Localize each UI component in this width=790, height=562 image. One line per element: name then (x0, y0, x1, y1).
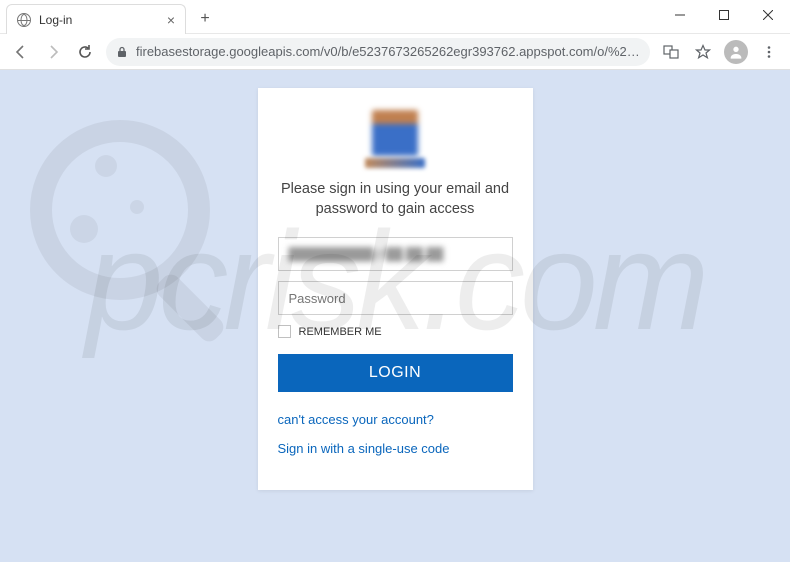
email-value: ██████████@██.██.██ (289, 247, 444, 261)
forward-button[interactable] (38, 37, 68, 67)
minimize-button[interactable] (658, 0, 702, 30)
bookmark-star-icon[interactable] (688, 37, 718, 67)
tab-title: Log-in (39, 13, 159, 27)
tab-close-icon[interactable]: × (167, 12, 175, 28)
address-bar[interactable]: firebasestorage.googleapis.com/v0/b/e523… (106, 38, 650, 66)
remember-me[interactable]: REMEMBER ME (278, 325, 513, 338)
lock-icon (116, 46, 128, 58)
email-field[interactable]: ██████████@██.██.██ (278, 237, 513, 271)
globe-icon (17, 13, 31, 27)
browser-tab[interactable]: Log-in × (6, 4, 186, 34)
logo-image (372, 110, 418, 156)
translate-icon[interactable] (656, 37, 686, 67)
address-text: firebasestorage.googleapis.com/v0/b/e523… (136, 44, 640, 59)
browser-toolbar: firebasestorage.googleapis.com/v0/b/e523… (0, 34, 790, 70)
login-card: Please sign in using your email and pass… (258, 88, 533, 490)
remember-checkbox[interactable] (278, 325, 291, 338)
password-field[interactable] (278, 281, 513, 315)
back-button[interactable] (6, 37, 36, 67)
single-use-code-link[interactable]: Sign in with a single-use code (278, 441, 513, 456)
login-button[interactable]: LOGIN (278, 354, 513, 392)
close-button[interactable] (746, 0, 790, 30)
password-input[interactable] (289, 291, 502, 306)
reload-button[interactable] (70, 37, 100, 67)
window-controls (658, 0, 790, 30)
new-tab-button[interactable]: + (192, 6, 218, 32)
maximize-button[interactable] (702, 0, 746, 30)
logo-text (365, 158, 425, 168)
remember-label: REMEMBER ME (299, 326, 382, 338)
kebab-menu-icon[interactable] (754, 37, 784, 67)
profile-avatar-icon[interactable] (724, 40, 748, 64)
browser-titlebar: Log-in × + (0, 0, 790, 34)
page-viewport: Please sign in using your email and pass… (0, 70, 790, 562)
logo (278, 110, 513, 168)
forgot-link[interactable]: can't access your account? (278, 412, 513, 427)
instruction-text: Please sign in using your email and pass… (278, 180, 513, 219)
